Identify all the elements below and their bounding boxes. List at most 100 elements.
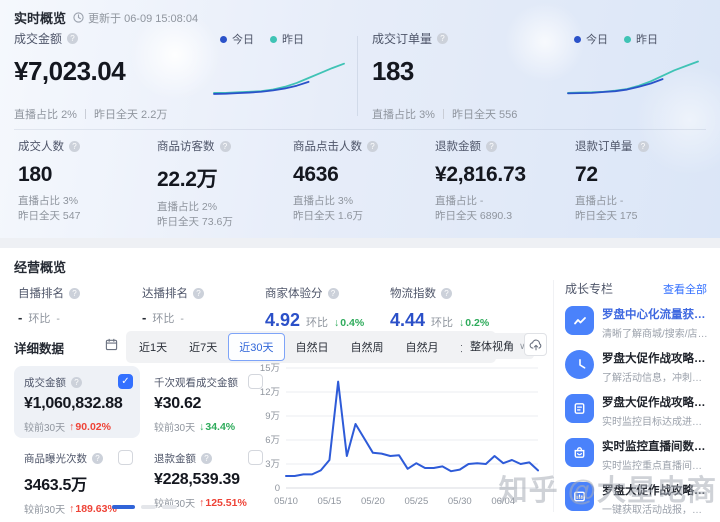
detail-card-value: ¥30.62 — [154, 395, 202, 412]
pie-chart-icon — [565, 350, 594, 379]
detail-title: 详细数据 — [14, 342, 65, 356]
realtime-title: 实时概览 — [14, 11, 67, 26]
info-icon[interactable] — [367, 140, 378, 152]
updated-text: 更新于 06-09 15:08:04 — [88, 12, 199, 25]
stat-talent-broadcast-rank[interactable]: 达播排名 - 环比 - — [142, 285, 204, 326]
info-icon[interactable] — [219, 140, 231, 152]
metric-value: ¥2,816.73 — [435, 163, 526, 186]
legend-today[interactable]: 今日 — [574, 31, 608, 47]
tab-last-30-days[interactable]: 近30天 — [228, 333, 285, 361]
orders-value: 183 — [372, 56, 414, 86]
info-icon[interactable] — [201, 453, 212, 464]
info-icon[interactable] — [69, 287, 80, 299]
metric-value: 4636 — [293, 163, 339, 186]
export-button[interactable] — [524, 333, 547, 356]
detail-card-value: 3463.5万 — [24, 477, 87, 494]
tab-natural-month[interactable]: 自然月 — [395, 333, 450, 361]
svg-text:05/10: 05/10 — [274, 496, 298, 507]
stat-self-broadcast-rank[interactable]: 自播排名 - 环比 - — [18, 285, 80, 326]
metric-value: 22.2万 — [157, 168, 218, 191]
updated-timestamp: 更新于 06-09 15:08:04 — [73, 10, 198, 26]
tab-natural-day[interactable]: 自然日 — [285, 333, 340, 361]
dashboard: 实时概览 更新于 06-09 15:08:04 成交金额 今日 昨日 ¥7,02… — [0, 0, 720, 522]
svg-text:05/25: 05/25 — [404, 496, 428, 507]
today-dot-icon — [574, 35, 581, 43]
svg-text:05/15: 05/15 — [318, 496, 342, 507]
detail-card-gmv[interactable]: 成交金额 ✓ ¥1,060,832.88 较前30天 90.02% — [14, 366, 140, 438]
cards-carousel-indicator — [112, 505, 177, 509]
svg-text:9万: 9万 — [265, 411, 280, 422]
orders-mini-chart — [567, 60, 699, 95]
info-icon[interactable] — [441, 287, 452, 299]
gmv-value: ¥7,023.04 — [14, 56, 126, 86]
gmv-label: 成交金额 — [14, 32, 63, 46]
chart-legend: 今日 昨日 — [574, 31, 658, 47]
growth-item-traffic-guide[interactable]: 罗盘中心化流量获取攻略 清晰了解商城/搜索/店铺装修… — [565, 306, 710, 346]
metric-value: 72 — [575, 163, 598, 186]
legend-yesterday[interactable]: 昨日 — [270, 31, 304, 47]
live-bag-icon — [565, 438, 594, 467]
clock-icon — [73, 12, 84, 23]
stat-logistics-index[interactable]: 物流指数 4.44 环比 0.2% — [390, 285, 489, 331]
export-cloud-icon — [529, 339, 541, 350]
calendar-icon[interactable] — [101, 334, 121, 354]
info-icon[interactable] — [327, 287, 339, 299]
metric-value: 180 — [18, 163, 53, 186]
info-icon[interactable] — [193, 287, 204, 299]
carousel-page-1[interactable] — [112, 505, 135, 509]
yesterday-dot-icon — [624, 35, 631, 43]
chart-legend: 今日 昨日 — [220, 31, 304, 47]
view-all-link[interactable]: 查看全部 — [663, 281, 707, 297]
view-selector[interactable]: 整体视角 ∨ — [462, 333, 534, 359]
info-icon[interactable] — [71, 377, 82, 388]
vertical-divider — [357, 36, 358, 116]
horizontal-divider — [14, 129, 706, 130]
business-title: 经营概览 — [14, 260, 67, 275]
metric-refund-amount[interactable]: 退款金额 ¥2,816.73 直播占比 -昨日全天 6890.3 — [435, 138, 560, 224]
today-dot-icon — [220, 35, 227, 43]
legend-yesterday[interactable]: 昨日 — [624, 31, 658, 47]
detail-card-exposures[interactable]: 商品曝光次数 3463.5万 较前30天 189.63% — [14, 442, 140, 516]
info-icon[interactable] — [637, 140, 649, 152]
carousel-page-2[interactable] — [141, 505, 156, 509]
info-icon[interactable] — [67, 33, 79, 44]
svg-text:3万: 3万 — [265, 459, 280, 470]
detail-card-value: ¥228,539.39 — [154, 471, 240, 488]
tab-natural-week[interactable]: 自然周 — [340, 333, 395, 361]
info-icon[interactable] — [437, 33, 449, 44]
metric-product-visitors[interactable]: 商品访客数 22.2万 直播占比 2%昨日全天 73.6万 — [157, 138, 282, 230]
orders-label: 成交订单量 — [372, 32, 433, 46]
metric-buyers[interactable]: 成交人数 180 直播占比 3%昨日全天 547 — [18, 138, 143, 224]
svg-text:15万: 15万 — [260, 363, 280, 374]
growth-item-promo-burst[interactable]: 罗盘大促作战攻略_爆发篇 实时监控目标达成进展，及时… — [565, 394, 710, 434]
legend-today[interactable]: 今日 — [220, 31, 254, 47]
detail-card-value: ¥1,060,832.88 — [24, 395, 123, 412]
doc-icon — [565, 394, 594, 423]
growth-item-promo-warmup[interactable]: 罗盘大促作战攻略_预热篇 了解活动信息，冲刺大促门槛… — [565, 350, 710, 390]
detail-card-checkbox-0[interactable]: ✓ — [118, 374, 133, 389]
detail-card-checkbox-2[interactable] — [118, 450, 133, 465]
svg-text:05/30: 05/30 — [448, 496, 472, 507]
svg-text:05/20: 05/20 — [361, 496, 385, 507]
metric-product-clicks[interactable]: 商品点击人数 4636 直播占比 3%昨日全天 1.6万 — [293, 138, 418, 224]
watermark: 知乎 @大星电商 — [498, 475, 717, 507]
info-icon[interactable] — [486, 140, 497, 152]
gmv-footnote: 直播占比 2% 昨日全天 2.2万 — [14, 109, 168, 121]
orders-footnote: 直播占比 3% 昨日全天 556 — [372, 109, 518, 121]
yesterday-dot-icon — [270, 35, 277, 43]
tab-last-7-days[interactable]: 近7天 — [178, 333, 228, 361]
svg-text:0: 0 — [275, 483, 280, 494]
realtime-overview-panel: 实时概览 更新于 06-09 15:08:04 成交金额 今日 昨日 ¥7,02… — [0, 0, 720, 238]
tab-last-1-day[interactable]: 近1天 — [128, 333, 178, 361]
info-icon[interactable] — [69, 140, 80, 152]
svg-text:6万: 6万 — [265, 435, 280, 446]
stat-merchant-experience-score[interactable]: 商家体验分 4.92 环比 0.4% — [265, 285, 364, 331]
line-chart-icon — [565, 306, 594, 335]
gmv-mini-chart — [213, 62, 345, 95]
carousel-page-3[interactable] — [162, 505, 177, 509]
svg-text:12万: 12万 — [260, 387, 280, 398]
info-icon[interactable] — [92, 453, 103, 464]
orders-card[interactable]: 成交订单量 今日 昨日 183 直播占比 3% 昨日全天 556 — [372, 30, 706, 124]
metric-refund-orders[interactable]: 退款订单量 72 直播占比 -昨日全天 175 — [575, 138, 700, 224]
gmv-card[interactable]: 成交金额 今日 昨日 ¥7,023.04 直播占比 2% 昨日全天 2.2万 — [14, 30, 352, 124]
